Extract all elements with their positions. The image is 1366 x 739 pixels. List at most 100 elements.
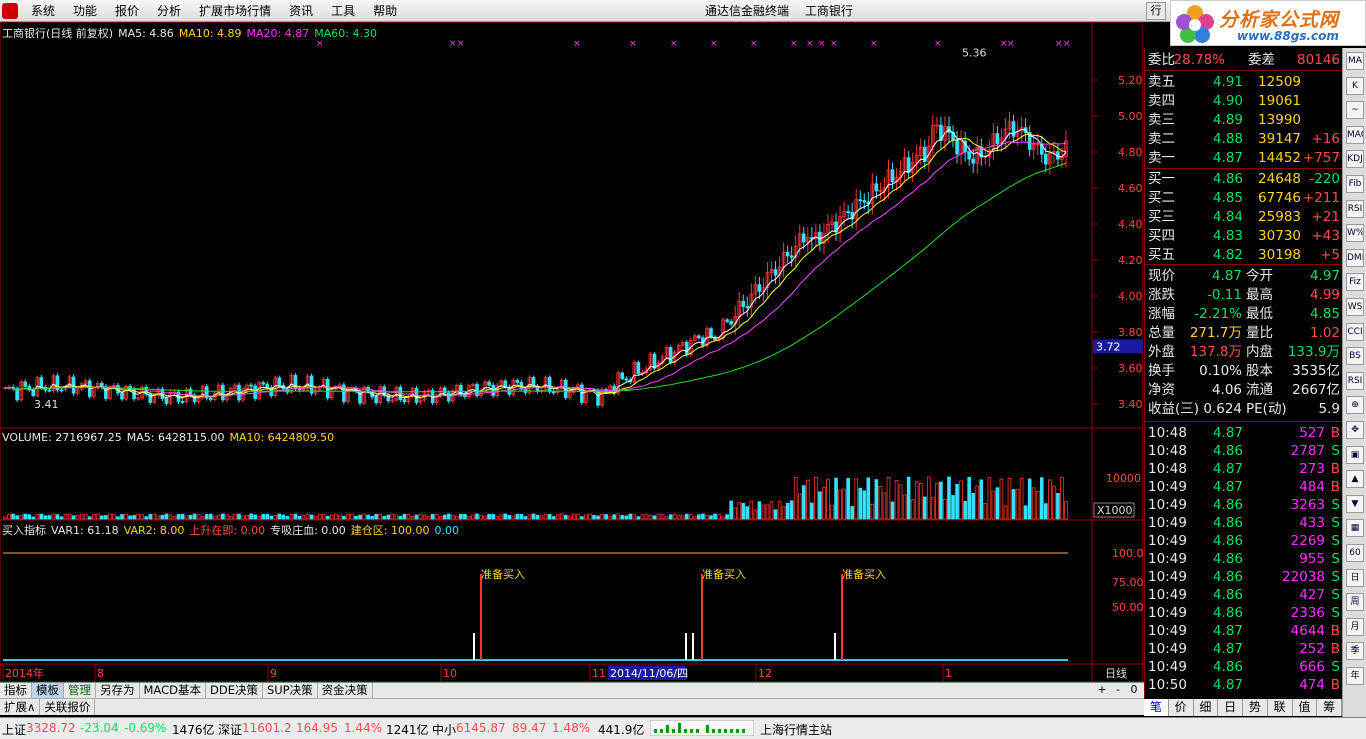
quote-tab-0[interactable]: 笔	[1144, 699, 1169, 716]
stat-row: 外盘 137.8万 内盘 133.9万	[1145, 343, 1343, 361]
menu-item-0[interactable]: 系统	[22, 0, 64, 22]
rsi-icon[interactable]: RSI	[1346, 199, 1364, 218]
chart-area[interactable]: 5.20 5.00 4.80 4.60 4.40 4.20 4.00 3.80 3.60 3.40…	[0, 22, 1143, 682]
fib-icon[interactable]: Fib	[1346, 175, 1364, 193]
quote-tab-6[interactable]: 值	[1293, 699, 1318, 716]
buy-signal-label: 准备买入	[481, 567, 525, 581]
indicator-tab-3[interactable]: 另存为	[96, 683, 140, 698]
indicator-tick-label: 75.00	[1112, 576, 1143, 589]
volume-bar	[430, 513, 435, 520]
extension-tab-0[interactable]: 扩展∧	[0, 699, 41, 715]
indicator-tab-2[interactable]: 管理	[64, 683, 96, 698]
candle-body	[652, 353, 657, 369]
title-stock: 工商银行	[804, 4, 853, 18]
ma-icon[interactable]: MA	[1346, 52, 1364, 70]
indicator-tab-4[interactable]: MACD基本	[140, 683, 206, 698]
reset-zoom-button[interactable]: 0	[1126, 683, 1142, 697]
arrow-down-icon[interactable]: ▼	[1346, 494, 1364, 513]
candle-body	[745, 306, 750, 308]
volume-bar	[132, 515, 136, 520]
tick-price: 4.87	[1212, 623, 1243, 639]
volume-bar	[467, 516, 471, 520]
macd-icon[interactable]: MACD	[1346, 125, 1364, 144]
kline-chart[interactable]: 5.20 5.00 4.80 4.60 4.40 4.20 4.00 3.80 3.60 3.40…	[0, 22, 1143, 682]
tick-direction: B	[1330, 479, 1340, 495]
volume-bar	[487, 513, 491, 520]
bs-icon[interactable]: BS	[1346, 347, 1364, 366]
candle-body	[208, 397, 213, 400]
quote-tab-7[interactable]: 筹	[1317, 699, 1342, 716]
grid-icon[interactable]: ▦	[1346, 519, 1364, 538]
indicator-tab-0[interactable]: 指标	[0, 683, 32, 698]
window-mode-button[interactable]: 行	[1146, 2, 1166, 20]
event-marker-icon: ×	[790, 39, 798, 49]
line-icon[interactable]: ~	[1346, 101, 1364, 120]
quote-tab-1[interactable]: 价	[1169, 699, 1194, 716]
indicator-tab-5[interactable]: DDE决策	[206, 683, 263, 698]
bid-row: 买一 4.86 24648 -220	[1145, 170, 1343, 188]
dmi-icon[interactable]: DMI	[1346, 248, 1364, 267]
indicator-tab-1[interactable]: 模板	[32, 683, 64, 698]
volume-bar	[172, 516, 177, 520]
volume-bar	[281, 514, 286, 520]
order-diff-value: 80146	[1297, 52, 1340, 68]
month-icon[interactable]: 月	[1346, 617, 1364, 636]
menu-item-1[interactable]: 功能	[64, 0, 106, 22]
volume-bar	[225, 514, 229, 520]
tick-row: 10:49 4.86 2336 S	[1145, 604, 1343, 622]
period-label: 日线	[1105, 666, 1127, 680]
quote-tab-2[interactable]: 细	[1194, 699, 1219, 716]
menu-item-7[interactable]: 帮助	[364, 0, 406, 22]
move-icon[interactable]: ✥	[1346, 421, 1364, 439]
indicator-tab-7[interactable]: 资金决策	[318, 683, 373, 698]
fiz-icon[interactable]: Fiz	[1346, 273, 1364, 292]
menu-item-5[interactable]: 资讯	[280, 0, 322, 22]
win-icon[interactable]: ▣	[1346, 445, 1364, 464]
menu-item-3[interactable]: 分析	[148, 0, 190, 22]
tick-direction: S	[1331, 569, 1340, 585]
candle-body	[684, 341, 689, 356]
zoom-in-button[interactable]: +	[1094, 683, 1110, 697]
tick-row: 10:49 4.86 3263 S	[1145, 496, 1343, 514]
tick-direction: S	[1331, 587, 1340, 603]
menu-item-2[interactable]: 报价	[106, 0, 148, 22]
sixty-icon[interactable]: 60	[1346, 544, 1364, 562]
kdj-icon[interactable]: KDJ	[1346, 150, 1364, 169]
day-icon[interactable]: 日	[1346, 568, 1364, 587]
ws-icon[interactable]: WS	[1346, 298, 1364, 316]
event-marker-icon: ×	[870, 39, 878, 49]
quote-tab-5[interactable]: 联	[1268, 699, 1293, 716]
quote-tab-4[interactable]: 势	[1243, 699, 1268, 716]
rs-icon[interactable]: RSI	[1346, 371, 1364, 390]
wr-icon[interactable]: W%	[1346, 224, 1364, 243]
quote-tab-3[interactable]: 日	[1218, 699, 1243, 716]
volume-bar	[342, 515, 346, 520]
bid-price: 4.83	[1212, 228, 1243, 244]
week-icon[interactable]: 周	[1346, 593, 1364, 612]
sh-index-change: -23.04	[80, 721, 119, 735]
volume-bar	[668, 514, 673, 520]
stat-value: 3535亿	[1292, 363, 1340, 379]
zoom-icon[interactable]: ⊕	[1346, 396, 1364, 415]
indicator-tab-6[interactable]: SUP决策	[263, 683, 318, 698]
volume-bar	[592, 515, 596, 520]
volume-bar	[894, 480, 899, 520]
ask-change: +757	[1302, 150, 1340, 166]
year-icon[interactable]: 年	[1346, 667, 1364, 685]
volume-bar	[935, 482, 939, 520]
volume-bar	[43, 515, 48, 520]
menu-item-6[interactable]: 工具	[322, 0, 364, 22]
quarter-icon[interactable]: 季	[1346, 642, 1364, 661]
arrow-up-icon[interactable]: ▲	[1346, 470, 1364, 489]
zoom-out-button[interactable]: -	[1110, 683, 1126, 697]
bar-icon[interactable]: K	[1346, 76, 1364, 95]
tick-direction: S	[1331, 605, 1340, 621]
volume-bar	[616, 513, 621, 520]
tick-direction: B	[1330, 677, 1340, 693]
window-title: 通达信金融终端 工商银行	[705, 0, 865, 22]
extension-tab-1[interactable]: 关联报价	[40, 699, 96, 715]
tick-row: 10:49 4.86 433 S	[1145, 514, 1343, 532]
cci-icon[interactable]: CCI	[1346, 322, 1364, 341]
menu-item-4[interactable]: 扩展市场行情	[190, 0, 280, 22]
sz-index-amount: 1241亿	[386, 723, 429, 737]
